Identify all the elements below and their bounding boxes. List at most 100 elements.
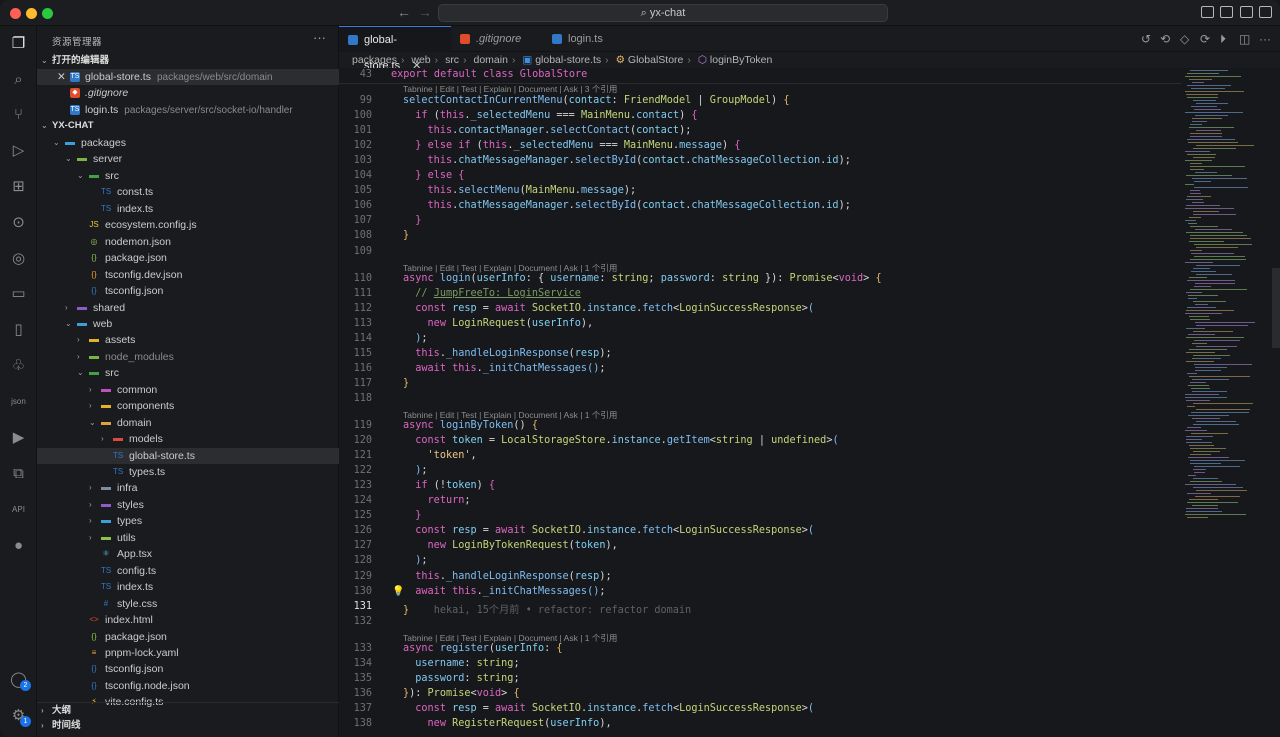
tree-folder[interactable]: › ▬ models (37, 431, 339, 447)
customize-layout-icon[interactable] (1259, 6, 1272, 18)
extensions-icon[interactable]: ⊞ (9, 177, 28, 196)
tree-folder[interactable]: › ▬ node_modules (37, 349, 339, 365)
chevron-right-icon[interactable]: › (77, 332, 80, 348)
close-icon[interactable]: ✕ (57, 69, 66, 85)
breadcrumb-item[interactable]: global-store.ts (535, 54, 601, 66)
remote-explorer-icon[interactable]: ⧉ (9, 464, 28, 483)
maximize-window-button[interactable] (42, 8, 53, 19)
minimap[interactable] (1181, 68, 1280, 737)
run-debug-icon[interactable]: ▷ (9, 141, 28, 160)
open-editor-item[interactable]: ✕ TS global-store.ts packages/web/src/dom… (37, 69, 339, 85)
tree-file[interactable]: {} tsconfig.node.json (37, 678, 339, 694)
tree-file[interactable]: {} package.json (37, 629, 339, 645)
explorer-icon[interactable]: ❐ (9, 34, 28, 53)
breadcrumb-item[interactable]: domain (473, 54, 507, 66)
workspace-header[interactable]: ⌄ YX-CHAT (37, 118, 339, 134)
tree-folder[interactable]: ⌄ ▬ server (37, 151, 339, 167)
tab-global-store[interactable]: global-store.ts ✕ (339, 26, 451, 72)
json-icon[interactable]: json (9, 392, 28, 411)
source-control-icon[interactable]: ⑂ (9, 105, 28, 124)
chevron-down-icon[interactable]: ⌄ (65, 151, 72, 167)
code-editor[interactable]: Tabnine | Edit | Test | Explain | Docume… (339, 68, 1181, 737)
command-center-search[interactable]: ⌕ yx-chat (438, 4, 888, 22)
chevron-right-icon[interactable]: › (89, 398, 92, 414)
chevron-right-icon[interactable]: › (89, 480, 92, 496)
open-editor-item[interactable]: ◆ .gitignore (37, 85, 339, 101)
tree-file[interactable]: TS config.ts (37, 563, 339, 579)
tree-folder[interactable]: › ▬ components (37, 398, 339, 414)
run-icon[interactable]: ⏵ (1220, 32, 1226, 47)
tree-file[interactable]: JS ecosystem.config.js (37, 217, 339, 233)
chevron-right-icon[interactable]: › (77, 349, 80, 365)
github-icon[interactable]: ● (9, 536, 28, 555)
tree-file[interactable]: ◎ nodemon.json (37, 234, 339, 250)
tree-folder[interactable]: › ▬ styles (37, 497, 339, 513)
timeline-header[interactable]: › 时间线 (37, 718, 339, 734)
minimize-window-button[interactable] (26, 8, 37, 19)
tree-file[interactable]: TS const.ts (37, 184, 339, 200)
chevron-down-icon[interactable]: ⌄ (53, 135, 60, 151)
tree-folder[interactable]: ⌄ ▬ packages (37, 135, 339, 151)
api-icon[interactable]: API (9, 500, 28, 519)
tab-login[interactable]: login.ts (543, 26, 625, 52)
tree-folder[interactable]: ⌄ ▬ web (37, 316, 339, 332)
search-icon[interactable]: ⌕ (9, 70, 28, 89)
chevron-right-icon[interactable]: › (89, 530, 92, 546)
toggle-panel-icon[interactable] (1220, 6, 1233, 18)
tree-file[interactable]: ⚛ App.tsx (37, 546, 339, 562)
toggle-secondary-sidebar-icon[interactable] (1240, 6, 1253, 18)
play-icon[interactable]: ▶ (9, 428, 28, 447)
tree-folder[interactable]: ⌄ ▬ domain (37, 415, 339, 431)
outline-header[interactable]: › 大纲 (37, 702, 339, 718)
breadcrumb-item[interactable]: src (445, 54, 459, 66)
tree-file[interactable]: <> index.html (37, 612, 339, 628)
chevron-right-icon[interactable]: › (89, 382, 92, 398)
chevron-right-icon[interactable]: › (89, 513, 92, 529)
scrollbar-thumb[interactable] (1272, 268, 1280, 348)
tree-folder[interactable]: › ▬ shared (37, 300, 339, 316)
tree-folder[interactable]: › ▬ infra (37, 480, 339, 496)
codelens[interactable]: Tabnine | Edit | Test | Explain | Docume… (403, 83, 617, 95)
chevron-down-icon[interactable]: ⌄ (65, 316, 72, 332)
chevron-right-icon[interactable]: › (65, 300, 68, 316)
bookmark-icon[interactable]: ▯ (9, 320, 28, 339)
go-back-change-icon[interactable]: ⟲ (1160, 32, 1170, 46)
tree-file[interactable]: {} package.json (37, 250, 339, 266)
breadcrumb-item[interactable]: web (411, 54, 430, 66)
split-editor-icon[interactable]: ◫ (1239, 32, 1250, 46)
tree-file[interactable]: TS types.ts (37, 464, 339, 480)
arrow-right-icon[interactable]: → (418, 4, 432, 20)
history-icon[interactable]: ↺ (1141, 32, 1151, 46)
tree-file[interactable]: {} tsconfig.json (37, 283, 339, 299)
tree-icon[interactable]: ♧ (9, 356, 28, 375)
chevron-down-icon[interactable]: ⌄ (77, 168, 84, 184)
chevron-right-icon[interactable]: › (89, 497, 92, 513)
breadcrumb-item[interactable]: packages (352, 54, 397, 66)
tree-folder[interactable]: › ▬ utils (37, 530, 339, 546)
arrow-left-icon[interactable]: ← (397, 4, 411, 20)
more-actions-icon[interactable]: ··· (1259, 32, 1271, 46)
tree-file[interactable]: {} tsconfig.json (37, 661, 339, 677)
tree-folder[interactable]: ⌄ ▬ src (37, 168, 339, 184)
go-forward-change-icon[interactable]: ⟳ (1200, 32, 1210, 46)
breadcrumb-item[interactable]: GlobalStore (628, 54, 683, 66)
sticky-scroll[interactable]: 43 export default class GlobalStore (339, 68, 1181, 84)
tree-folder[interactable]: › ▬ common (37, 382, 339, 398)
git-graph-icon[interactable]: ⊙ (9, 213, 28, 232)
tree-file[interactable]: TS index.ts (37, 579, 339, 595)
timeline-search-icon[interactable]: ◎ (9, 249, 28, 268)
open-editor-item[interactable]: TS login.ts packages/server/src/socket-io… (37, 102, 339, 118)
close-window-button[interactable] (10, 8, 21, 19)
more-actions-icon[interactable]: ··· (313, 30, 326, 45)
lightbulb-icon[interactable]: 💡 (392, 586, 404, 597)
folder-icon[interactable]: ▭ (9, 284, 28, 303)
tree-folder[interactable]: › ▬ types (37, 513, 339, 529)
tree-file[interactable]: {} tsconfig.dev.json (37, 267, 339, 283)
tab-gitignore[interactable]: .gitignore (451, 26, 543, 52)
tree-file[interactable]: TS global-store.ts (37, 447, 339, 464)
breadcrumb-item[interactable]: loginByToken (710, 54, 772, 66)
open-editors-header[interactable]: ⌄ 打开的编辑器 (37, 53, 339, 69)
tree-folder[interactable]: ⌄ ▬ src (37, 365, 339, 381)
chevron-down-icon[interactable]: ⌄ (77, 365, 84, 381)
chevron-right-icon[interactable]: › (101, 431, 104, 447)
